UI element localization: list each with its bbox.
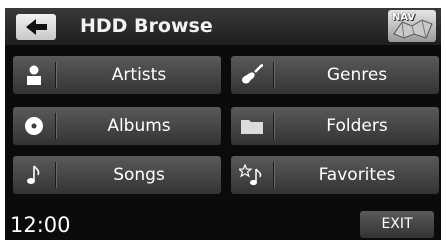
folders-button[interactable]: Folders xyxy=(231,107,439,145)
artists-button[interactable]: Artists xyxy=(13,56,221,94)
separator xyxy=(55,162,56,188)
left-arrow-icon xyxy=(26,19,47,35)
songs-button[interactable]: Songs xyxy=(13,156,221,194)
page-title: HDD Browse xyxy=(80,15,213,37)
hdd-browse-screen: HDD Browse NAV Artists Genres Albums Fol… xyxy=(5,8,441,240)
top-bar: HDD Browse NAV xyxy=(5,8,441,45)
nav-label: NAV xyxy=(392,12,416,23)
favorites-button[interactable]: Favorites xyxy=(231,156,439,194)
separator xyxy=(273,162,274,188)
disc-icon xyxy=(13,107,55,145)
back-button[interactable] xyxy=(16,14,56,40)
exit-button[interactable]: EXIT xyxy=(360,211,434,238)
star-note-icon xyxy=(231,156,273,194)
guitar-icon xyxy=(231,56,273,94)
separator xyxy=(273,62,274,88)
songs-label: Songs xyxy=(113,165,165,185)
nav-button[interactable]: NAV xyxy=(388,10,436,42)
albums-button[interactable]: Albums xyxy=(13,107,221,145)
albums-label: Albums xyxy=(107,116,171,136)
folder-icon xyxy=(231,107,273,145)
music-note-icon xyxy=(13,156,55,194)
artists-label: Artists xyxy=(111,65,167,85)
separator xyxy=(55,62,56,88)
folders-label: Folders xyxy=(326,116,388,136)
separator xyxy=(273,113,274,139)
genres-button[interactable]: Genres xyxy=(231,56,439,94)
separator xyxy=(55,113,56,139)
person-icon xyxy=(13,56,55,94)
genres-label: Genres xyxy=(326,65,388,85)
favorites-label: Favorites xyxy=(318,165,396,185)
clock: 12:00 xyxy=(10,213,71,237)
